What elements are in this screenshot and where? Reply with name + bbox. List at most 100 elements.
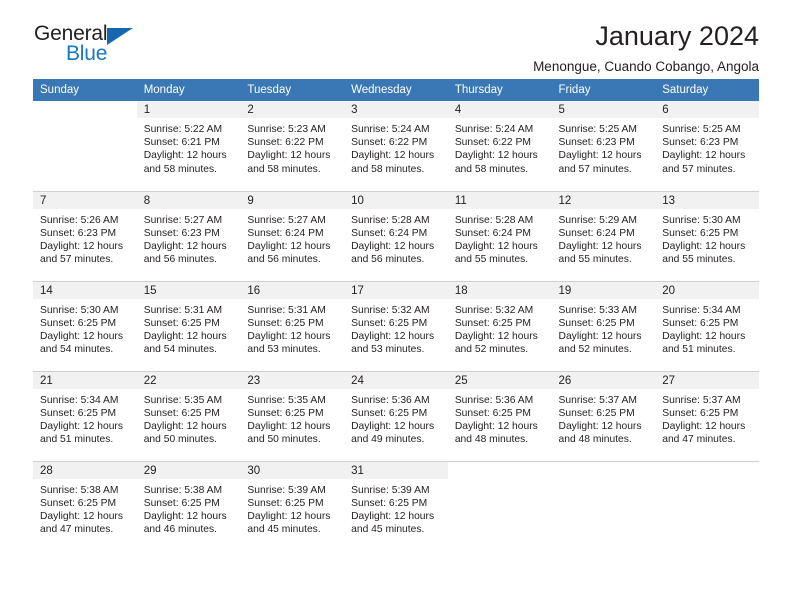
calendar-cell[interactable]: 1 Sunrise: 5:22 AM Sunset: 6:21 PM Daylight… [136, 101, 241, 191]
day-detail-line: and 58 minutes. [351, 163, 425, 175]
day-details: Sunrise: 5:25 AM Sunset: 6:23 PM Daylight:… [552, 118, 656, 176]
calendar-cell[interactable]: 17 Sunrise: 5:32 AM Sunset: 6:25 PM Dayligh… [344, 280, 448, 371]
calendar-cell[interactable]: 7 Sunrise: 5:26 AM Sunset: 6:23 PM Daylight… [33, 190, 137, 281]
day-details: Sunrise: 5:35 AM Sunset: 6:25 PM Daylight:… [240, 389, 344, 447]
day-number: 14 [33, 281, 137, 299]
calendar-cell[interactable]: 15 Sunrise: 5:31 AM Sunset: 6:25 PM Dayligh… [136, 280, 241, 371]
day-detail-line: and 46 minutes. [143, 524, 217, 536]
day-cell: 8 Sunrise: 5:27 AM Sunset: 6:23 PM Daylight… [136, 191, 241, 281]
calendar-cell[interactable]: 8 Sunrise: 5:27 AM Sunset: 6:23 PM Daylight… [136, 190, 241, 281]
calendar-cell[interactable]: 9 Sunrise: 5:27 AM Sunset: 6:24 PM Daylight… [240, 190, 345, 281]
day-details: Sunrise: 5:23 AM Sunset: 6:22 PM Daylight:… [240, 118, 344, 176]
calendar-cell[interactable]: 26 Sunrise: 5:37 AM Sunset: 6:25 PM Dayligh… [551, 370, 656, 461]
day-details: Sunrise: 5:36 AM Sunset: 6:25 PM Daylight:… [344, 389, 448, 447]
day-detail-line: and 53 minutes. [247, 344, 321, 356]
day-detail-line: and 48 minutes. [454, 434, 529, 446]
day-number: 13 [655, 191, 759, 209]
day-detail-line: Daylight: 12 hours [351, 330, 435, 342]
calendar-cell[interactable]: 27 Sunrise: 5:37 AM Sunset: 6:25 PM Dayligh… [655, 370, 759, 461]
day-number: 15 [136, 281, 241, 299]
day-cell: 23 Sunrise: 5:35 AM Sunset: 6:25 PM Dayligh… [240, 371, 345, 461]
day-detail-line: and 58 minutes. [454, 163, 529, 175]
day-detail-line: Sunrise: 5:35 AM [143, 394, 223, 406]
day-number: 19 [551, 281, 656, 299]
calendar-cell[interactable]: 13 Sunrise: 5:30 AM Sunset: 6:25 PM Dayligh… [655, 190, 759, 281]
day-detail-line: Sunset: 6:25 PM [351, 497, 428, 509]
day-cell: 17 Sunrise: 5:32 AM Sunset: 6:25 PM Dayligh… [344, 281, 448, 371]
weekday-header-sunday: Sunday [33, 79, 137, 101]
day-detail-line: Sunset: 6:25 PM [558, 317, 635, 329]
day-detail-line: Daylight: 12 hours [247, 420, 331, 432]
calendar-cell[interactable]: 2 Sunrise: 5:23 AM Sunset: 6:22 PM Daylight… [240, 101, 345, 191]
day-detail-line: Sunset: 6:25 PM [662, 227, 739, 239]
calendar-cell[interactable]: 3 Sunrise: 5:24 AM Sunset: 6:22 PM Daylight… [344, 101, 448, 191]
calendar-cell[interactable]: 19 Sunrise: 5:33 AM Sunset: 6:25 PM Dayligh… [551, 280, 656, 371]
day-detail-line: Daylight: 12 hours [662, 420, 746, 432]
day-detail-line: Sunrise: 5:34 AM [662, 304, 741, 316]
day-detail-line: and 56 minutes. [143, 254, 217, 266]
day-detail-line: and 55 minutes. [454, 254, 529, 266]
day-cell: 27 Sunrise: 5:37 AM Sunset: 6:25 PM Dayligh… [655, 371, 759, 461]
calendar-cell[interactable]: 24 Sunrise: 5:36 AM Sunset: 6:25 PM Dayligh… [344, 370, 448, 461]
day-detail-line: Sunrise: 5:36 AM [454, 394, 534, 406]
calendar-cell[interactable]: 4 Sunrise: 5:24 AM Sunset: 6:22 PM Daylight… [447, 101, 552, 191]
day-details: Sunrise: 5:33 AM Sunset: 6:25 PM Daylight:… [552, 299, 656, 357]
calendar-cell[interactable]: 28 Sunrise: 5:38 AM Sunset: 6:25 PM Dayligh… [33, 460, 137, 552]
calendar-cell[interactable]: 16 Sunrise: 5:31 AM Sunset: 6:25 PM Dayligh… [240, 280, 345, 371]
day-detail-line: Sunset: 6:25 PM [143, 317, 220, 329]
day-details: Sunrise: 5:36 AM Sunset: 6:25 PM Daylight:… [448, 389, 552, 447]
day-number: 7 [33, 191, 137, 209]
day-cell: 10 Sunrise: 5:28 AM Sunset: 6:24 PM Dayligh… [344, 191, 448, 281]
day-number: 26 [551, 371, 656, 389]
day-detail-line: Sunset: 6:22 PM [351, 137, 428, 149]
day-detail-line: Sunrise: 5:31 AM [143, 304, 223, 316]
day-detail-line: Sunset: 6:25 PM [40, 407, 117, 419]
calendar-cell[interactable]: 18 Sunrise: 5:32 AM Sunset: 6:25 PM Dayligh… [447, 280, 552, 371]
day-detail-line: and 58 minutes. [143, 163, 217, 175]
day-details: Sunrise: 5:34 AM Sunset: 6:25 PM Daylight:… [33, 389, 137, 447]
day-detail-line: Sunset: 6:24 PM [454, 227, 531, 239]
day-detail-line: Daylight: 12 hours [143, 510, 227, 522]
day-cell: 28 Sunrise: 5:38 AM Sunset: 6:25 PM Dayligh… [33, 461, 137, 552]
weekday-header-row: Sunday Monday Tuesday Wednesday Thursday… [33, 79, 759, 101]
day-number: 20 [655, 281, 759, 299]
calendar-cell[interactable]: 6 Sunrise: 5:25 AM Sunset: 6:23 PM Daylight… [655, 101, 759, 191]
calendar-cell[interactable]: 23 Sunrise: 5:35 AM Sunset: 6:25 PM Dayligh… [240, 370, 345, 461]
general-blue-logo[interactable]: General Blue [33, 22, 163, 70]
calendar-cell[interactable]: 29 Sunrise: 5:38 AM Sunset: 6:25 PM Dayligh… [136, 460, 241, 551]
page-title: January 2024 [595, 21, 759, 51]
calendar-cell[interactable]: 30 Sunrise: 5:39 AM Sunset: 6:25 PM Dayligh… [240, 460, 345, 551]
day-detail-line: and 48 minutes. [558, 434, 632, 446]
calendar-cell[interactable]: 10 Sunrise: 5:28 AM Sunset: 6:24 PM Dayligh… [344, 190, 448, 281]
calendar-cell[interactable]: 22 Sunrise: 5:35 AM Sunset: 6:25 PM Dayligh… [136, 370, 241, 461]
day-detail-line: and 57 minutes. [558, 163, 632, 175]
calendar-cell[interactable]: 5 Sunrise: 5:25 AM Sunset: 6:23 PM Daylight… [551, 101, 656, 191]
day-detail-line: Sunrise: 5:25 AM [662, 124, 741, 135]
calendar-cell[interactable]: 14 Sunrise: 5:30 AM Sunset: 6:25 PM Dayligh… [33, 280, 137, 371]
day-number: 3 [344, 101, 448, 118]
day-details: Sunrise: 5:27 AM Sunset: 6:23 PM Daylight:… [137, 209, 241, 267]
day-detail-line: Sunset: 6:25 PM [143, 497, 220, 509]
calendar-cell [33, 101, 137, 191]
day-detail-line: Sunrise: 5:38 AM [40, 484, 119, 496]
calendar-cell[interactable]: 12 Sunrise: 5:29 AM Sunset: 6:24 PM Dayligh… [551, 190, 656, 281]
title-block: January 2024 Menongue, Cuando Cobango, A… [163, 21, 759, 75]
day-details: Sunrise: 5:26 AM Sunset: 6:23 PM Daylight:… [33, 209, 137, 267]
calendar-cell[interactable]: 25 Sunrise: 5:36 AM Sunset: 6:25 PM Dayligh… [447, 370, 552, 461]
calendar-cell[interactable]: 31 Sunrise: 5:39 AM Sunset: 6:25 PM Dayligh… [344, 460, 448, 551]
day-cell: 25 Sunrise: 5:36 AM Sunset: 6:25 PM Dayligh… [447, 371, 552, 461]
day-details: Sunrise: 5:38 AM Sunset: 6:25 PM Daylight:… [137, 479, 241, 537]
day-number: 2 [240, 101, 345, 118]
day-details: Sunrise: 5:27 AM Sunset: 6:24 PM Daylight:… [240, 209, 344, 267]
day-details: Sunrise: 5:32 AM Sunset: 6:25 PM Daylight:… [344, 299, 448, 357]
calendar-cell[interactable]: 11 Sunrise: 5:28 AM Sunset: 6:24 PM Dayligh… [447, 190, 552, 281]
day-detail-line: Sunset: 6:22 PM [454, 137, 531, 149]
calendar-cell[interactable]: 20 Sunrise: 5:34 AM Sunset: 6:25 PM Dayligh… [655, 280, 759, 371]
day-detail-line: Sunset: 6:22 PM [247, 137, 324, 149]
calendar-cell[interactable]: 21 Sunrise: 5:34 AM Sunset: 6:25 PM Dayligh… [33, 370, 137, 461]
day-detail-line: Daylight: 12 hours [351, 510, 435, 522]
day-detail-line: Sunset: 6:25 PM [351, 317, 428, 329]
day-detail-line: Sunrise: 5:38 AM [143, 484, 223, 496]
day-number: 1 [136, 101, 241, 118]
day-detail-line: Daylight: 12 hours [662, 330, 746, 342]
